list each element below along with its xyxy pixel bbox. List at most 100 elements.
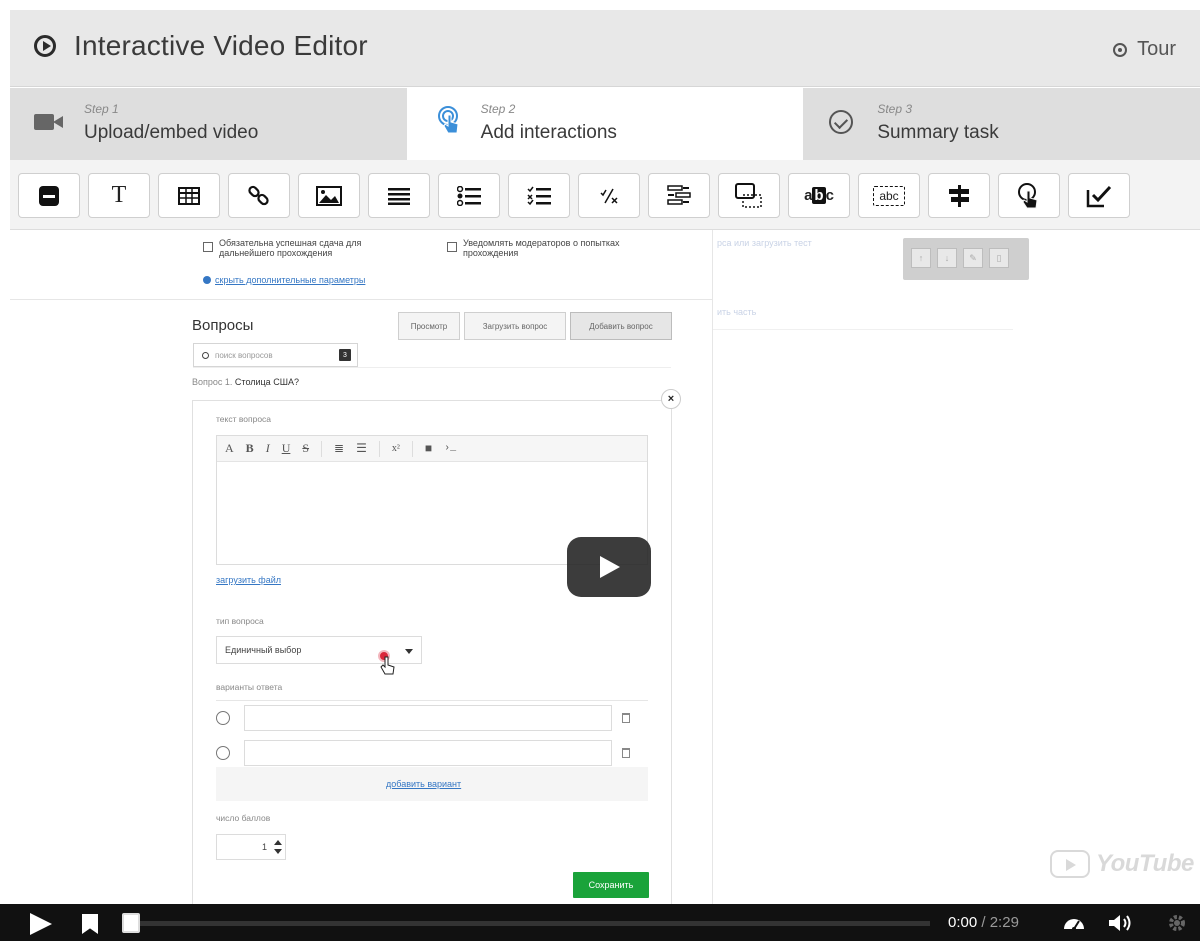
- tab-step-2[interactable]: Step 2 Add interactions: [406, 88, 804, 160]
- trash-icon[interactable]: ▯: [989, 248, 1009, 268]
- add-variant-row: добавить вариант: [216, 767, 648, 801]
- chevron-down-icon: [405, 649, 413, 654]
- multiple-choice-tool-button[interactable]: [508, 173, 570, 218]
- gear-icon: [203, 276, 211, 284]
- notify-checkbox-label: Уведомлять модераторов о попытках прохож…: [463, 238, 620, 258]
- answer-radio[interactable]: [216, 746, 230, 760]
- player-controls: 0:00 / 2:29: [0, 904, 1200, 941]
- text-tool-button[interactable]: T: [88, 173, 150, 218]
- separator: [378, 440, 380, 457]
- true-false-icon: [600, 188, 618, 204]
- arrow-down-icon[interactable]: ↓: [937, 248, 957, 268]
- upload-question-button[interactable]: Загрузить вопрос: [464, 312, 566, 340]
- single-choice-tool-button[interactable]: [438, 173, 500, 218]
- bulleted-list-icon[interactable]: ≣: [334, 441, 344, 456]
- editor-header: Interactive Video Editor Tour: [10, 10, 1200, 87]
- tab-step-1[interactable]: Step 1 Upload/embed video: [10, 88, 407, 160]
- gear-icon[interactable]: [1166, 912, 1188, 934]
- crossroads-tool-button[interactable]: [928, 173, 990, 218]
- hide-params-link[interactable]: скрыть дополнительные параметры: [203, 275, 365, 285]
- drag-drop-tool-button[interactable]: [718, 173, 780, 218]
- superscript-icon[interactable]: x²: [392, 443, 400, 454]
- underline-icon[interactable]: U: [282, 441, 291, 456]
- arrow-up-icon[interactable]: [274, 840, 282, 845]
- video-frame[interactable]: Обязательна успешная сдача для дальнейше…: [0, 230, 1200, 904]
- table-icon: [178, 186, 200, 205]
- table-tool-button[interactable]: [158, 173, 220, 218]
- italic-icon[interactable]: I: [266, 441, 270, 456]
- trash-icon[interactable]: [622, 748, 630, 758]
- numbered-list-icon[interactable]: ☰: [356, 441, 367, 456]
- form-top-band: Обязательна успешная сдача для дальнейше…: [10, 230, 712, 300]
- close-icon[interactable]: ×: [661, 389, 681, 409]
- text-icon: T: [111, 182, 127, 208]
- youtube-play-button[interactable]: [567, 537, 651, 597]
- video-embed-icon[interactable]: ■: [425, 441, 432, 456]
- volume-icon[interactable]: [1108, 913, 1134, 933]
- answer-input[interactable]: [244, 740, 612, 766]
- separator: [321, 440, 323, 457]
- image-tool-button[interactable]: [298, 173, 360, 218]
- required-checkbox[interactable]: [203, 242, 213, 252]
- mark-words-tool-button[interactable]: abc: [788, 173, 850, 218]
- trash-icon[interactable]: [622, 713, 630, 723]
- tour-button[interactable]: Tour: [1113, 38, 1176, 61]
- answer-input[interactable]: [244, 705, 612, 731]
- notify-checkbox[interactable]: [447, 242, 457, 252]
- question-search-input[interactable]: поиск вопросов 3: [193, 343, 358, 367]
- points-stepper[interactable]: 1: [216, 834, 286, 860]
- compass-icon: [1113, 42, 1128, 57]
- code-icon[interactable]: ›_: [444, 443, 456, 454]
- tab-step-3[interactable]: Step 3 Summary task: [803, 88, 1200, 160]
- link-tool-button[interactable]: [228, 173, 290, 218]
- page-title: Interactive Video Editor: [74, 30, 368, 61]
- font-icon[interactable]: A: [225, 441, 234, 456]
- drag-text-tool-button[interactable]: [648, 173, 710, 218]
- label-tool-button[interactable]: [18, 173, 80, 218]
- navigation-hotspot-tool-button[interactable]: [998, 173, 1060, 218]
- pencil-icon[interactable]: ✎: [963, 248, 983, 268]
- statements-tool-button[interactable]: [368, 173, 430, 218]
- step-number: Step 3: [877, 102, 913, 116]
- add-question-button[interactable]: Добавить вопрос: [570, 312, 672, 340]
- strikethrough-icon[interactable]: S: [302, 441, 309, 456]
- preview-button[interactable]: Просмотр: [398, 312, 460, 340]
- notify-checkbox-row[interactable]: Уведомлять модераторов о попытках прохож…: [447, 238, 677, 258]
- step-label: Add interactions: [480, 122, 617, 143]
- play-icon: [1050, 850, 1090, 878]
- questions-title: Вопросы: [192, 317, 254, 334]
- faint-top-text: рса или загрузить тест: [717, 238, 812, 248]
- hotspot-icon: [1018, 182, 1038, 208]
- arrow-down-icon[interactable]: [274, 849, 282, 854]
- speedometer-icon[interactable]: [1062, 913, 1086, 933]
- step-number: Step 1: [84, 102, 119, 116]
- drag-text-icon: [667, 184, 691, 205]
- search-icon: [202, 351, 209, 359]
- separator: [411, 440, 413, 457]
- save-button[interactable]: Сохранить: [573, 872, 649, 898]
- add-variant-link[interactable]: добавить вариант: [386, 779, 461, 789]
- arrow-up-icon[interactable]: ↑: [911, 248, 931, 268]
- question-type-value: Единичный выбор: [225, 645, 302, 655]
- step-number: Step 2: [480, 102, 516, 116]
- mini-toolbar: ↑ ↓ ✎ ▯: [903, 238, 1029, 280]
- youtube-logo[interactable]: YouTube: [1050, 850, 1194, 878]
- progress-bar[interactable]: [140, 921, 930, 926]
- step-label: Upload/embed video: [84, 122, 259, 143]
- upload-file-link[interactable]: загрузить файл: [216, 575, 281, 585]
- true-false-tool-button[interactable]: [578, 173, 640, 218]
- check-circle-icon: [829, 110, 854, 134]
- required-checkbox-label: Обязательна успешная сдача для дальнейше…: [219, 238, 362, 258]
- tour-label: Tour: [1137, 38, 1176, 60]
- bold-icon[interactable]: B: [246, 441, 254, 456]
- answer-radio[interactable]: [216, 711, 230, 725]
- summary-tool-button[interactable]: [1068, 173, 1130, 218]
- summary-check-icon: [1086, 185, 1112, 207]
- play-icon[interactable]: [30, 913, 52, 935]
- bookmark-icon[interactable]: [82, 914, 98, 934]
- title-wrap: Interactive Video Editor: [34, 30, 368, 62]
- progress-handle[interactable]: [122, 913, 140, 933]
- fill-blanks-tool-button[interactable]: abc: [858, 173, 920, 218]
- touch-icon: [437, 106, 459, 134]
- required-checkbox-row[interactable]: Обязательна успешная сдача для дальнейше…: [203, 238, 413, 258]
